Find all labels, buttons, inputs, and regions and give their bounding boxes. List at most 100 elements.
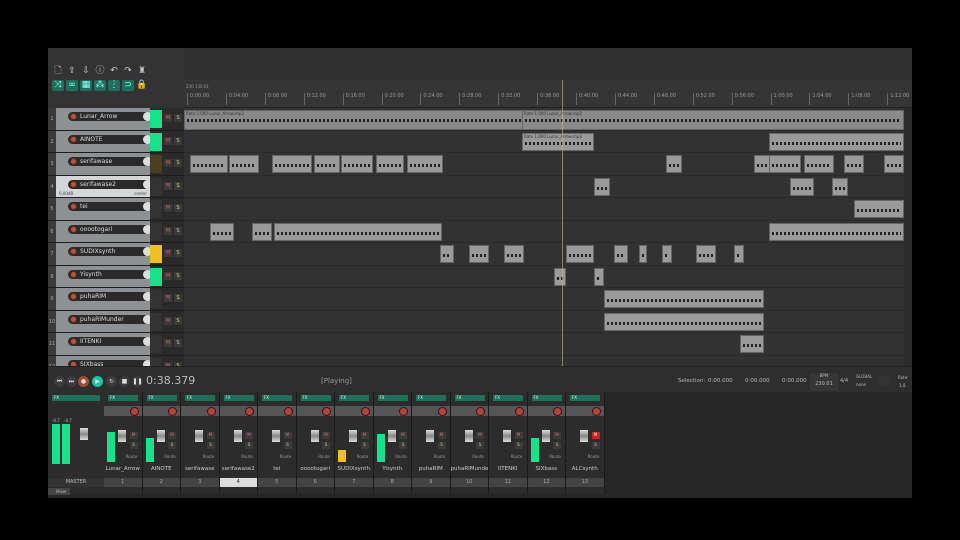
volume-fader[interactable] bbox=[195, 430, 203, 442]
bpm-box[interactable]: BPM 230.01 bbox=[810, 373, 838, 391]
record-arm-button[interactable] bbox=[70, 113, 77, 120]
solo-button[interactable]: S bbox=[174, 114, 182, 122]
record-arm-button[interactable] bbox=[245, 407, 254, 416]
grid-icon[interactable]: ▦ bbox=[80, 80, 92, 91]
solo-button[interactable]: S bbox=[174, 181, 182, 190]
volume-fader[interactable] bbox=[118, 430, 126, 442]
track-row[interactable]: 6 ooootogari M S bbox=[48, 220, 184, 243]
strip-number[interactable]: 7 bbox=[335, 478, 373, 487]
solo-button[interactable]: S bbox=[174, 159, 182, 167]
media-item[interactable]: Rate 1.000 Lunar_Arrow.mp3 bbox=[522, 110, 904, 130]
mixer-tab[interactable]: Mixer bbox=[48, 488, 70, 495]
loop-icon[interactable]: ⊃ bbox=[122, 80, 134, 91]
play-button[interactable]: ▶ bbox=[92, 376, 103, 387]
mute-button[interactable]: M bbox=[164, 226, 172, 235]
mute-button[interactable]: M bbox=[164, 249, 172, 257]
route-button[interactable]: Route bbox=[434, 454, 446, 461]
route-button[interactable]: Route bbox=[395, 454, 407, 461]
strip-number[interactable]: 1 bbox=[104, 478, 142, 487]
strip-number[interactable]: 11 bbox=[489, 478, 527, 487]
volume-fader[interactable] bbox=[272, 430, 280, 442]
fx-button[interactable]: FX bbox=[146, 395, 177, 401]
mute-button[interactable]: M bbox=[283, 432, 292, 439]
track-row[interactable]: 5 tei M S bbox=[48, 198, 184, 221]
solo-button[interactable]: S bbox=[245, 442, 253, 449]
media-item[interactable] bbox=[666, 155, 682, 173]
solo-button[interactable]: S bbox=[174, 339, 182, 347]
record-arm-button[interactable] bbox=[70, 135, 77, 143]
solo-button[interactable]: S bbox=[174, 136, 182, 145]
media-item[interactable] bbox=[314, 155, 340, 173]
track-name[interactable]: SUDIXsynth bbox=[68, 247, 152, 256]
fx-button[interactable]: FX bbox=[108, 395, 138, 401]
mute-button[interactable]: M bbox=[399, 432, 407, 439]
info-icon[interactable]: ⓘ bbox=[94, 66, 106, 77]
solo-button[interactable]: S bbox=[129, 442, 138, 449]
track-row[interactable]: 10 puhaRIMunder M S bbox=[48, 310, 184, 333]
strip-number[interactable]: 6 bbox=[296, 478, 334, 487]
track-name[interactable]: AINOTE bbox=[68, 134, 152, 144]
mute-button[interactable]: M bbox=[164, 316, 172, 325]
strip-number[interactable]: 13 bbox=[566, 478, 604, 487]
media-item[interactable] bbox=[252, 222, 272, 241]
fx-button[interactable]: FX bbox=[570, 395, 600, 401]
route-button[interactable]: Route bbox=[472, 454, 484, 461]
new-file-icon[interactable]: 🗋 bbox=[52, 66, 64, 77]
mute-button[interactable]: M bbox=[129, 432, 138, 439]
record-arm-button[interactable] bbox=[70, 180, 77, 188]
record-arm-button[interactable] bbox=[70, 315, 77, 323]
solo-button[interactable]: S bbox=[168, 442, 176, 449]
fx-button[interactable]: FX bbox=[454, 395, 485, 401]
volume-fader[interactable] bbox=[541, 430, 550, 442]
rate-value[interactable]: 1.0 bbox=[899, 383, 905, 388]
solo-button[interactable]: S bbox=[399, 442, 407, 449]
solo-button[interactable]: S bbox=[553, 442, 561, 449]
route-button[interactable]: Route bbox=[280, 454, 292, 461]
record-arm-button[interactable] bbox=[70, 270, 77, 278]
volume-fader[interactable] bbox=[464, 430, 473, 442]
solo-button[interactable]: S bbox=[437, 442, 446, 449]
mute-button[interactable]: M bbox=[206, 432, 215, 439]
repeat-button[interactable]: ↻ bbox=[106, 376, 117, 387]
track-row[interactable]: 12SIXbassMS bbox=[48, 355, 184, 366]
media-item[interactable] bbox=[504, 245, 524, 263]
strip-number[interactable]: 12 bbox=[527, 478, 565, 487]
media-item[interactable] bbox=[566, 245, 594, 263]
solo-button[interactable]: S bbox=[174, 316, 182, 325]
media-item[interactable] bbox=[229, 155, 259, 173]
record-arm-button[interactable] bbox=[399, 407, 408, 416]
record-arm-button[interactable] bbox=[70, 203, 77, 210]
media-item[interactable] bbox=[662, 245, 672, 263]
metronome-icon[interactable]: ♜ bbox=[136, 66, 148, 77]
pause-button[interactable]: ❚❚ bbox=[132, 376, 143, 387]
media-item[interactable] bbox=[604, 312, 764, 331]
mute-button[interactable]: M bbox=[164, 294, 172, 302]
go-end-button[interactable]: ⏭ bbox=[66, 376, 77, 387]
track-row[interactable]: 7 SUDIXsynth M S bbox=[48, 243, 184, 266]
media-item[interactable] bbox=[854, 200, 904, 218]
media-item[interactable] bbox=[190, 155, 228, 173]
record-arm-button[interactable] bbox=[206, 407, 216, 416]
track-row[interactable]: 1 Lunar_Arrow M S bbox=[48, 108, 184, 131]
solo-button[interactable]: S bbox=[591, 442, 600, 449]
lock-icon[interactable]: 🔒 bbox=[136, 80, 148, 91]
mute-button[interactable]: M bbox=[437, 432, 446, 439]
strip-number[interactable]: 10 bbox=[450, 478, 488, 487]
media-item[interactable] bbox=[594, 267, 604, 286]
media-item[interactable] bbox=[884, 155, 904, 173]
media-item[interactable] bbox=[341, 155, 373, 173]
track-name[interactable]: puhaRIMunder bbox=[68, 314, 152, 324]
selection-end[interactable]: 0:00.000 bbox=[745, 378, 770, 384]
media-item[interactable] bbox=[594, 177, 610, 196]
link-icon[interactable]: ∞ bbox=[66, 80, 78, 91]
media-item[interactable] bbox=[274, 222, 442, 241]
track-row[interactable]: 11 IITENKI M S bbox=[48, 333, 184, 356]
strip-number[interactable]: 8 bbox=[373, 478, 411, 487]
record-arm-button[interactable] bbox=[70, 338, 77, 345]
mute-button[interactable]: M bbox=[360, 432, 369, 439]
track-row[interactable]: 3 serifawase M S bbox=[48, 153, 184, 176]
volume-fader[interactable] bbox=[387, 430, 396, 442]
mute-button[interactable]: M bbox=[164, 204, 172, 212]
route-button[interactable]: Route bbox=[588, 454, 600, 461]
route-button[interactable]: Route bbox=[357, 454, 369, 461]
